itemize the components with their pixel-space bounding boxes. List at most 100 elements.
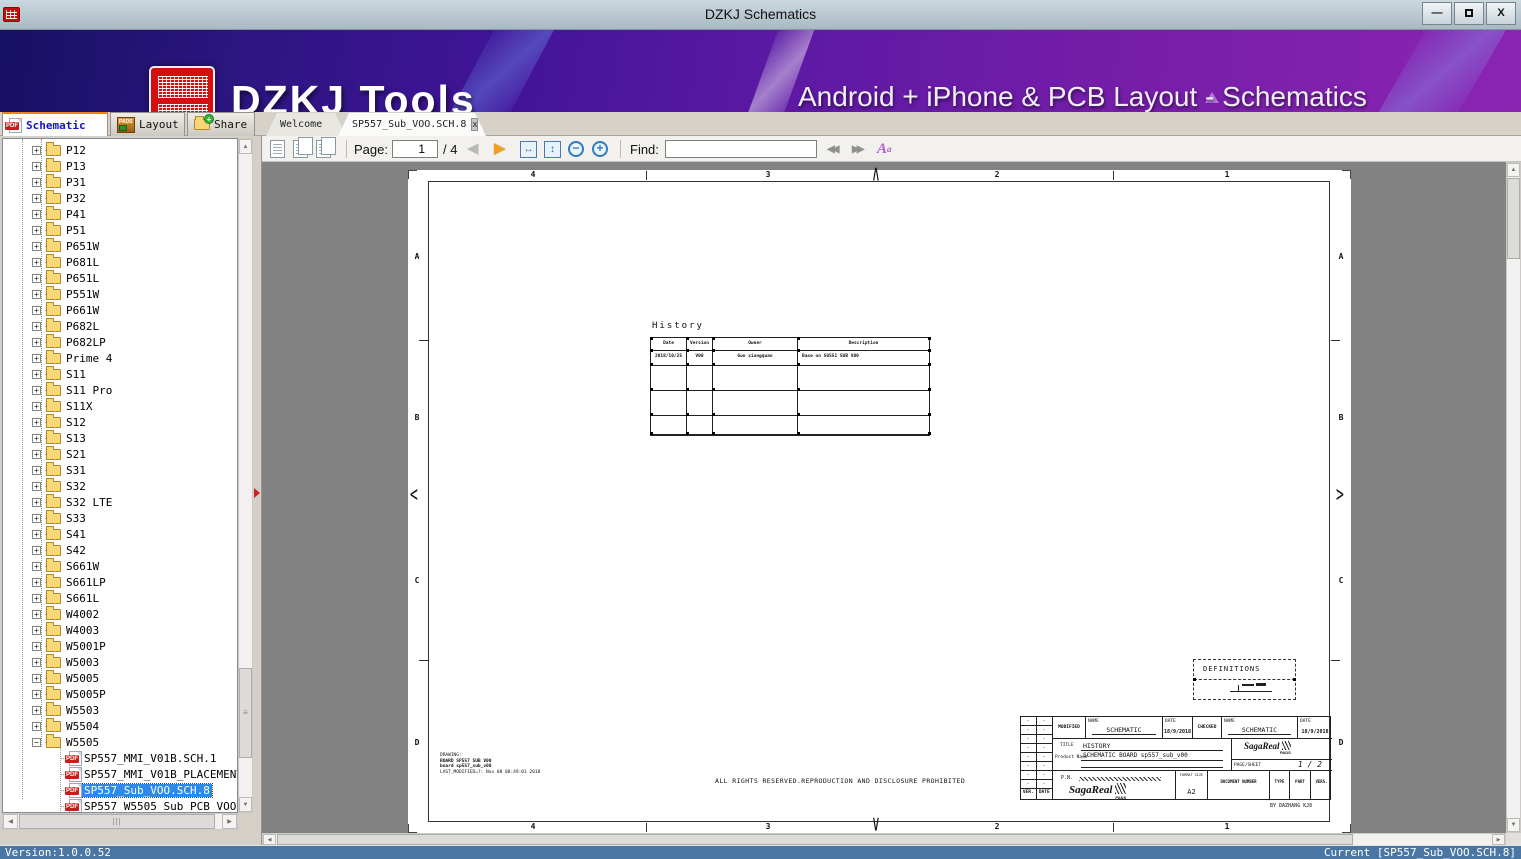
tree-folder[interactable]: + S661W (3, 557, 237, 574)
expand-icon[interactable]: + (32, 161, 41, 171)
expand-icon[interactable]: + (32, 289, 41, 299)
tree-folder[interactable]: + W5005P (3, 685, 237, 702)
expand-icon[interactable]: + (32, 321, 41, 331)
sidebar-vertical-scrollbar[interactable]: ▲ ≡ ▼ (238, 138, 253, 813)
splitter-collapse-icon[interactable] (254, 488, 260, 498)
tree-folder[interactable]: + S42 (3, 541, 237, 558)
tree-folder[interactable]: + S32 (3, 477, 237, 494)
expand-icon[interactable]: + (32, 641, 41, 651)
expand-icon[interactable]: + (32, 545, 41, 555)
expand-icon[interactable]: + (32, 721, 41, 731)
expand-icon[interactable]: + (32, 609, 41, 619)
expand-icon[interactable]: + (32, 353, 41, 363)
tree-folder[interactable]: + P13 (3, 157, 237, 174)
page-tool-icon-2[interactable] (293, 137, 313, 158)
expand-icon[interactable]: + (32, 529, 41, 539)
tree-folder[interactable]: + W5001P (3, 637, 237, 654)
expand-icon[interactable]: + (32, 273, 41, 283)
scroll-left-icon[interactable]: ◀ (263, 834, 276, 845)
tree-folder[interactable]: + S661LP (3, 573, 237, 590)
tree-folder[interactable]: + S33 (3, 509, 237, 526)
tree-folder[interactable]: + P682LP (3, 333, 237, 350)
scroll-up-icon[interactable]: ▲ (239, 139, 252, 154)
find-previous-icon[interactable]: ◀◀ (827, 136, 840, 162)
scroll-right-icon[interactable]: ▶ (222, 814, 237, 829)
expand-icon[interactable]: + (32, 657, 41, 667)
viewer-canvas[interactable]: 4 3 2 1 4 3 2 1 A B C D A B C D ∧ ∨ < > History Date Ver… (262, 162, 1506, 833)
expand-icon[interactable]: + (32, 593, 41, 603)
expand-icon[interactable]: + (32, 625, 41, 635)
page-tool-icon-1[interactable] (270, 140, 285, 158)
page-number-input[interactable] (392, 140, 438, 158)
tree-folder[interactable]: + P682L (3, 317, 237, 334)
tree-folder[interactable]: + P12 (3, 141, 237, 158)
doc-tab-current[interactable]: SP557_Sub_VOO.SCH.8 x (338, 113, 486, 136)
expand-icon[interactable]: + (32, 145, 41, 155)
expand-icon[interactable]: + (32, 305, 41, 315)
expand-icon[interactable]: + (32, 417, 41, 427)
tree-folder[interactable]: + W4002 (3, 605, 237, 622)
next-page-icon[interactable]: ▶ (494, 136, 506, 162)
close-tab-icon[interactable]: x (471, 118, 478, 131)
tree-folder[interactable]: + W5503 (3, 701, 237, 718)
fit-page-icon[interactable]: ↕ (544, 140, 561, 158)
scroll-left-icon[interactable]: ◀ (3, 814, 18, 829)
tree-file[interactable]: PDF SP557_MMI_V01B.SCH.1 (3, 750, 237, 766)
doc-tab-welcome[interactable]: Welcome (266, 113, 346, 136)
tree-folder[interactable]: + S12 (3, 413, 237, 430)
expand-icon[interactable]: + (32, 481, 41, 491)
find-next-icon[interactable]: ▶▶ (852, 136, 865, 162)
viewer-vertical-scrollbar[interactable]: ▲ ▼ (1506, 162, 1521, 833)
expand-icon[interactable]: + (32, 177, 41, 187)
tree-folder[interactable]: + S661L (3, 589, 237, 606)
scroll-down-icon[interactable]: ▼ (1507, 818, 1520, 832)
tab-share[interactable]: + Share (187, 112, 255, 136)
scroll-down-icon[interactable]: ▼ (239, 797, 252, 812)
scrollbar-thumb[interactable]: ||| (19, 814, 215, 829)
tree-folder[interactable]: + P51 (3, 221, 237, 238)
prev-page-icon[interactable]: ◀ (467, 136, 479, 162)
expand-icon[interactable]: + (32, 209, 41, 219)
expand-icon[interactable]: + (32, 561, 41, 571)
scrollbar-thumb[interactable] (1507, 178, 1520, 259)
tab-layout[interactable]: PADS Layout (110, 112, 185, 136)
expand-icon[interactable]: + (32, 401, 41, 411)
tree-file[interactable]: PDF SP557_W5505_Sub_PCB_VOO_p (3, 798, 237, 812)
tree-folder[interactable]: + P31 (3, 173, 237, 190)
expand-icon[interactable]: + (32, 257, 41, 267)
expand-icon[interactable]: + (32, 433, 41, 443)
tree-folder[interactable]: + P41 (3, 205, 237, 222)
tree-folder[interactable]: + S21 (3, 445, 237, 462)
tree-folder[interactable]: + P551W (3, 285, 237, 302)
expand-icon[interactable]: + (32, 513, 41, 523)
tree-folder[interactable]: + S11 (3, 365, 237, 382)
zoom-in-icon[interactable]: + (592, 141, 608, 157)
tree-folder[interactable]: + P32 (3, 189, 237, 206)
tree-folder[interactable]: + S13 (3, 429, 237, 446)
expand-icon[interactable]: + (32, 369, 41, 379)
expand-icon[interactable]: + (32, 385, 41, 395)
expand-icon[interactable]: + (32, 449, 41, 459)
tree-folder[interactable]: − W5505 (3, 733, 237, 750)
tree-folder[interactable]: + S11X (3, 397, 237, 414)
tree-folder[interactable]: + S32 LTE (3, 493, 237, 510)
expand-icon[interactable]: + (32, 577, 41, 587)
tree-folder[interactable]: + S31 (3, 461, 237, 478)
scrollbar-thumb[interactable] (277, 834, 1353, 845)
minimize-button[interactable]: — (1422, 2, 1452, 25)
tree-folder[interactable]: + Prime 4 (3, 349, 237, 366)
scroll-up-icon[interactable]: ▲ (1507, 163, 1520, 177)
tree-folder[interactable]: + W5003 (3, 653, 237, 670)
tree-folder[interactable]: + W5005 (3, 669, 237, 686)
tree-folder[interactable]: + P651L (3, 269, 237, 286)
tab-schematic[interactable]: PDF Schematic (2, 112, 108, 136)
close-button[interactable]: X (1486, 2, 1516, 25)
tree-folder[interactable]: + P681L (3, 253, 237, 270)
sidebar-horizontal-scrollbar[interactable]: ◀ ||| ▶ (2, 813, 238, 830)
expand-icon[interactable]: + (32, 225, 41, 235)
expand-icon[interactable]: + (32, 193, 41, 203)
find-input[interactable] (665, 140, 817, 158)
expand-icon[interactable]: + (32, 705, 41, 715)
expand-icon[interactable]: + (32, 241, 41, 251)
tree-folder[interactable]: + S41 (3, 525, 237, 542)
